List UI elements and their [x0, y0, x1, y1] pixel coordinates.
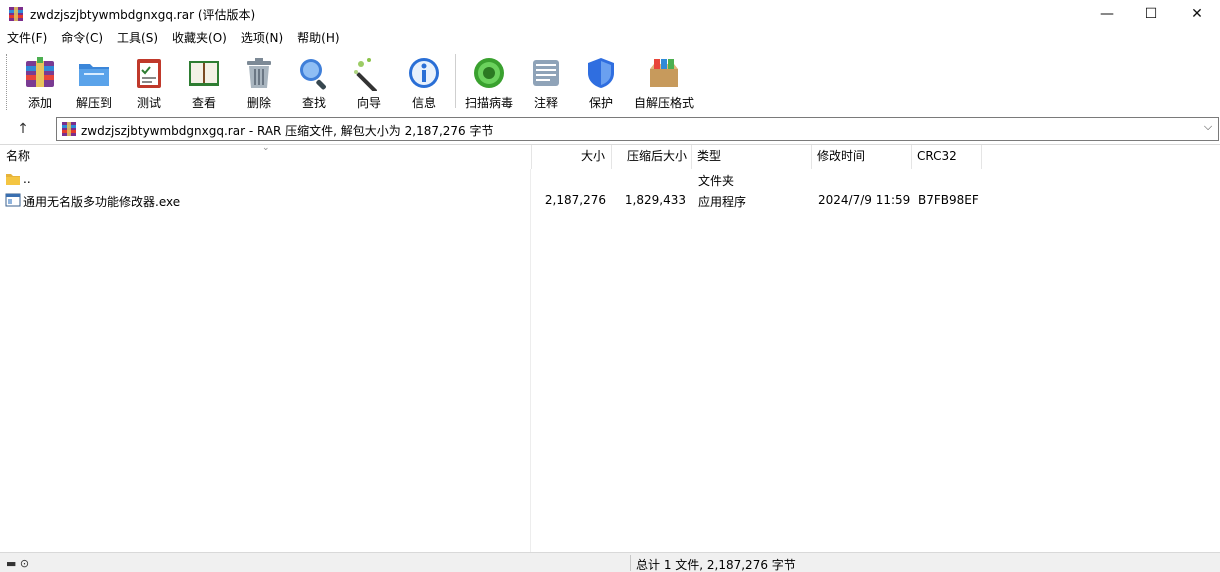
row-size: 2,187,276: [544, 193, 606, 207]
extract-to-button[interactable]: 解压到: [66, 52, 122, 114]
file-list: 名称 ⌄ 大小 压缩后大小 类型 修改时间 CRC32 .. 文件夹 通用无名版…: [0, 143, 1220, 553]
menu-favorites[interactable]: 收藏夹(O): [165, 28, 234, 48]
test-button[interactable]: 测试: [121, 52, 177, 114]
status-summary: 总计 1 文件, 2,187,276 字节: [636, 558, 796, 572]
add-archive-icon: [26, 57, 54, 87]
row-packed: 1,829,433: [624, 193, 686, 207]
status-divider: [630, 555, 631, 571]
row-name: ..: [23, 172, 31, 186]
column-header-modified[interactable]: 修改时间: [812, 145, 912, 169]
address-text: zwdzjszjbtywmbdgnxgq.rar - RAR 压缩文件, 解包大…: [81, 124, 494, 138]
delete-button[interactable]: 删除: [231, 52, 287, 114]
menu-help[interactable]: 帮助(H): [290, 28, 346, 48]
menu-file[interactable]: 文件(F): [0, 28, 54, 48]
close-button[interactable]: ✕: [1174, 0, 1220, 28]
column-header-type[interactable]: 类型: [692, 145, 812, 169]
row-type: 应用程序: [698, 195, 747, 209]
virus-scan-button[interactable]: 扫描病毒: [461, 52, 517, 114]
maximize-button[interactable]: ☐: [1128, 0, 1174, 28]
test-clipboard-icon: [137, 59, 161, 88]
find-button[interactable]: 查找: [286, 52, 342, 114]
trash-icon: [247, 58, 271, 88]
sort-indicator-icon: ⌄: [262, 143, 270, 153]
sfx-label: 自解压格式: [633, 96, 694, 110]
info-button[interactable]: 信息: [396, 52, 452, 114]
minimize-button[interactable]: —: [1084, 0, 1130, 28]
toolbar: 添加 解压到 测试 查看 删除 查找 向导 信息 扫描病毒 注释 保护 自解压格…: [0, 48, 1220, 116]
extract-folder-icon: [79, 64, 109, 86]
column-header-size[interactable]: 大小: [532, 145, 612, 169]
list-pane-divider: [0, 169, 531, 553]
view-button[interactable]: 查看: [176, 52, 232, 114]
shield-icon: [588, 58, 614, 88]
folder-icon: [6, 174, 20, 185]
sfx-box-icon: [650, 59, 678, 87]
magnifier-icon: [300, 59, 326, 90]
rar-archive-icon: [62, 122, 76, 136]
protect-button[interactable]: 保护: [573, 52, 629, 114]
row-type: 文件夹: [698, 174, 735, 188]
column-header-packed[interactable]: 压缩后大小: [612, 145, 692, 169]
chevron-down-icon[interactable]: ⌵: [1200, 120, 1216, 138]
wizard-button[interactable]: 向导: [341, 52, 397, 114]
up-folder-button[interactable]: ↑: [8, 118, 38, 140]
menu-options[interactable]: 选项(N): [234, 28, 290, 48]
sfx-button[interactable]: 自解压格式: [634, 52, 694, 114]
comment-button[interactable]: 注释: [518, 52, 574, 114]
row-modified: 2024/7/9 11:59: [818, 193, 911, 207]
status-bar: ▬ ⊙ 总计 1 文件, 2,187,276 字节: [0, 552, 1220, 572]
menu-commands[interactable]: 命令(C): [54, 28, 110, 48]
drive-key-icon[interactable]: ▬ ⊙: [6, 557, 29, 570]
row-crc: B7FB98EF: [918, 193, 979, 207]
address-combobox[interactable]: zwdzjszjbtywmbdgnxgq.rar - RAR 压缩文件, 解包大…: [56, 117, 1219, 141]
row-name: 通用无名版多功能修改器.exe: [23, 195, 181, 209]
address-row: ↑ zwdzjszjbtywmbdgnxgq.rar - RAR 压缩文件, 解…: [0, 116, 1220, 142]
menu-bar: 文件(F) 命令(C) 工具(S) 收藏夹(O) 选项(N) 帮助(H): [0, 28, 1220, 48]
info-icon: [409, 58, 439, 88]
window-title: zwdzjszjbtywmbdgnxgq.rar (评估版本): [30, 8, 256, 22]
protect-label: 保护: [588, 96, 613, 110]
menu-tools[interactable]: 工具(S): [110, 28, 165, 48]
comment-icon: [533, 60, 559, 86]
column-header-crc[interactable]: CRC32: [912, 145, 982, 169]
view-book-icon: [189, 61, 219, 86]
title-bar: zwdzjszjbtywmbdgnxgq.rar (评估版本) — ☐ ✕: [0, 0, 1220, 28]
info-label: 信息: [411, 96, 436, 110]
winrar-app-icon: [9, 7, 23, 21]
exe-file-icon: [5, 193, 21, 207]
list-item-parent-folder[interactable]: .. 文件夹: [0, 169, 1000, 190]
virus-scan-icon: [474, 58, 504, 88]
wizard-wand-icon: [354, 58, 377, 91]
list-item-exe[interactable]: 通用无名版多功能修改器.exe 2,187,276 1,829,433 应用程序…: [0, 190, 1000, 211]
